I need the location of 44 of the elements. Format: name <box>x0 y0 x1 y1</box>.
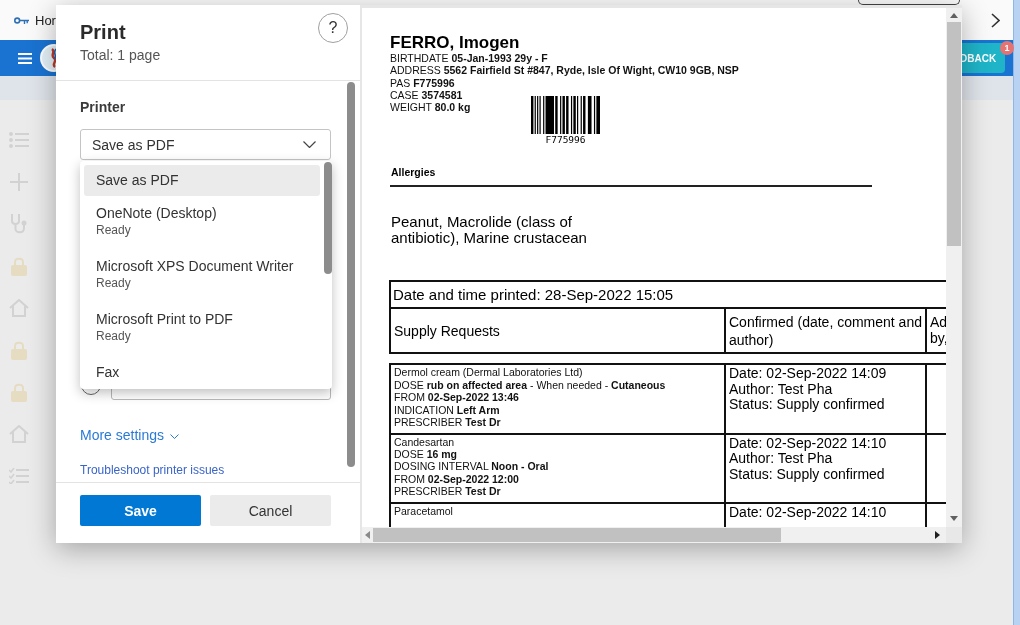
printer-name: Fax <box>96 363 120 381</box>
notification-badge: 1 <box>1000 41 1014 55</box>
request-line: DOSING INTERVAL Noon - Oral <box>394 460 549 473</box>
confirmation-line: Status: Supply confirmed <box>729 466 885 482</box>
request-line: DOSE rub on affected area - When needed - Cutaneous <box>394 378 666 392</box>
printer-label: Printer <box>80 98 126 117</box>
confirmation-line: Date: 02-Sep-2022 14:10 <box>729 504 887 521</box>
printer-status: Ready <box>96 222 131 238</box>
printer-name: OneNote (Desktop) <box>96 204 217 222</box>
barcode-number: F775996 <box>545 133 586 145</box>
request-line: PRESCRIBER Test Dr <box>394 416 501 429</box>
printer-status: Ready <box>96 328 131 344</box>
patient-detail: CASE 3574581 <box>390 88 463 102</box>
allergy-list: Peanut, Macrolide (class of antibiotic), Marine crustacean <box>391 213 606 247</box>
request-line: FROM 02-Sep-2022 13:46 <box>394 391 519 404</box>
request-line: Paracetamol <box>394 504 453 517</box>
confirmation-line: Status: Supply confirmed <box>729 397 885 413</box>
patient-detail: ADDRESS 5562 Fairfield St #847, Ryde, Isle Of Wight, CW10 9GB, NSP <box>390 64 739 77</box>
printed-timestamp: Date and time printed: 28-Sep-2022 15:05 <box>393 286 674 303</box>
confirmation-line: Author: Test Pha <box>729 451 833 467</box>
printer-name: Save as PDF <box>96 171 179 189</box>
selected-printer: Save as PDF <box>92 136 175 153</box>
request-line: DOSE 16 mg <box>394 447 458 461</box>
patient-detail: WEIGHT 80.0 kg <box>390 101 471 114</box>
printer-status: Ready <box>96 275 131 291</box>
allergies-heading: Allergies <box>391 165 436 178</box>
request-line: PRESCRIBER Test Dr <box>394 485 501 498</box>
request-line: INDICATION Left Arm <box>394 403 500 417</box>
printer-name: Microsoft Print to PDF <box>96 310 233 328</box>
patient-name: FERRO, Imogen <box>390 34 520 52</box>
patient-detail: PAS F775996 <box>390 76 455 89</box>
confirmation-line: Date: 02-Sep-2022 14:09 <box>729 366 887 382</box>
patient-detail: BIRTHDATE 05-Jan-1993 29y - F <box>390 52 548 65</box>
request-line: Dermol cream (Dermal Laboratories Ltd) <box>394 366 583 379</box>
column-header: Supply Requests <box>394 323 500 339</box>
column-header: Confirmed (date, comment and author) <box>729 314 922 348</box>
confirmation-line: Author: Test Pha <box>729 382 833 398</box>
page-total: Total: 1 page <box>80 46 161 65</box>
dialog-title: Print <box>80 20 126 45</box>
column-header: Ad by, <box>930 315 946 347</box>
printer-name: Microsoft XPS Document Writer <box>96 257 294 275</box>
request-line: Candesartan <box>394 435 455 448</box>
request-line: FROM 02-Sep-2022 12:00 <box>394 472 519 486</box>
confirmation-line: Date: 02-Sep-2022 14:10 <box>729 435 887 451</box>
